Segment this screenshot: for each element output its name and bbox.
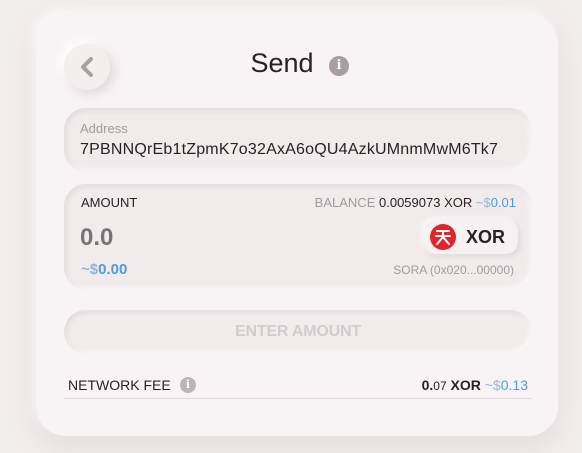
token-symbol: XOR [466,226,506,247]
info-icon[interactable]: i [180,377,196,393]
network-fee-value: 0.07 XOR ~$0.13 [422,377,528,393]
fee-value-whole: 0. [421,377,434,393]
address-value[interactable]: 7PBNNQrEb1tZpmK7o32AxA6oQU4AzkUMnmMwM6Tk… [80,141,498,159]
amount-label: AMOUNT [81,195,138,210]
amount-fiat-value: 0.00 [98,261,128,278]
fee-symbol: XOR [450,377,481,393]
info-icon[interactable]: i [329,56,349,76]
amount-input[interactable] [80,224,280,252]
sora-glyph-icon [435,230,451,245]
fee-fiat-value: 0.13 [500,377,528,393]
balance: BALANCE 0.0059073 XOR ~$0.01 [315,195,516,210]
page-title-text: Send [250,48,314,78]
balance-fiat-value: 0.01 [490,195,516,210]
address-label: Address [80,121,128,136]
send-card: Send i Address 7PBNNQrEb1tZpmK7o32AxA6oQ… [36,14,558,436]
amount-panel: AMOUNT BALANCE 0.0059073 XOR ~$0.01 ~$0.… [64,184,532,290]
address-field[interactable]: Address 7PBNNQrEb1tZpmK7o32AxA6oQU4AzkUM… [64,108,532,172]
balance-fiat-sign: ~$ [475,195,491,210]
token-select-button[interactable]: XOR [424,220,518,254]
amount-fiat-sign: ~$ [81,261,99,278]
fee-value-fraction: 07 [433,379,447,393]
network-fee-label: NETWORK FEE [68,377,171,393]
token-address: SORA (0x020...00000) [393,263,514,277]
balance-value: 0.0059073 XOR [379,195,473,210]
sora-logo-icon [430,224,456,250]
page-title: Send [36,48,558,79]
enter-amount-button[interactable]: ENTER AMOUNT [64,310,532,354]
network-fee-row: NETWORK FEE i 0.07 XOR ~$0.13 [64,376,532,399]
fee-fiat-sign: ~$ [484,377,501,393]
amount-fiat: ~$0.00 [81,261,127,278]
balance-label: BALANCE [314,195,376,210]
